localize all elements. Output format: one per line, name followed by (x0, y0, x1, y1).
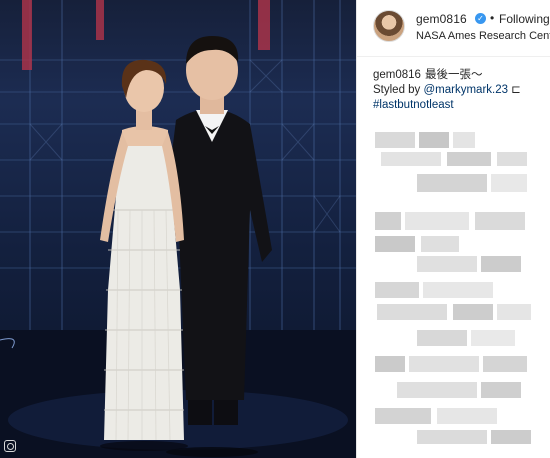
avatar[interactable] (373, 10, 405, 42)
pixel-block (471, 330, 515, 346)
caption-text: 最後一張～ (424, 69, 483, 81)
post-sidebar: gem0816 ✓ • Following NASA Ames Research… (356, 0, 550, 458)
pixelation-overlay (375, 132, 531, 444)
following-button[interactable]: Following (499, 12, 550, 26)
pixel-block (497, 304, 531, 320)
pixel-block (423, 282, 493, 298)
pixel-block (417, 256, 477, 272)
woman-figure (100, 59, 188, 451)
pixel-block (475, 212, 525, 230)
pixel-block (481, 256, 521, 272)
pixelated-comments (357, 124, 550, 458)
pixel-block (375, 236, 415, 252)
post-username[interactable]: gem0816 (416, 12, 467, 26)
pixel-block (419, 132, 449, 148)
pixel-block (375, 408, 431, 424)
pixel-block (375, 356, 405, 372)
pixel-block (453, 132, 475, 148)
pixel-block (417, 330, 467, 346)
pixel-block (483, 356, 527, 372)
pixel-block (421, 236, 459, 252)
caption-styled-suffix: ⊏ (508, 84, 521, 96)
caption-hashtag-link[interactable]: #lastbutnotleast (373, 99, 454, 111)
photo-scene (0, 0, 356, 458)
pixel-block (375, 282, 419, 298)
pixel-block (409, 356, 479, 372)
post-photo[interactable] (0, 0, 356, 458)
pixel-block (491, 430, 531, 444)
pixel-block (375, 132, 415, 148)
caption-mention-link[interactable]: @markymark.23 (424, 84, 509, 96)
pixel-block (375, 212, 401, 230)
caption-styled-prefix: Styled by (373, 84, 424, 96)
caption-username[interactable]: gem0816 (373, 69, 421, 81)
post-location[interactable]: NASA Ames Research Center (416, 30, 550, 42)
pixel-block (397, 382, 477, 398)
pixel-block (405, 212, 469, 230)
pixel-block (453, 304, 493, 320)
post-header: gem0816 ✓ • Following NASA Ames Research… (357, 0, 550, 57)
header-separator: • (490, 11, 495, 25)
pixel-block (381, 152, 441, 166)
pixel-block (497, 152, 527, 166)
pixel-block (491, 174, 527, 192)
pixel-block (417, 174, 487, 192)
pixel-block (481, 382, 521, 398)
post-caption: gem0816 最後一張～ Styled by @markymark.23 ⊏ #… (373, 68, 549, 113)
pixel-block (437, 408, 497, 424)
verified-badge-icon: ✓ (475, 13, 486, 24)
pixel-block (377, 304, 447, 320)
pixel-block (417, 430, 487, 444)
pixel-block (447, 152, 491, 166)
instagram-corner-icon (4, 440, 16, 452)
